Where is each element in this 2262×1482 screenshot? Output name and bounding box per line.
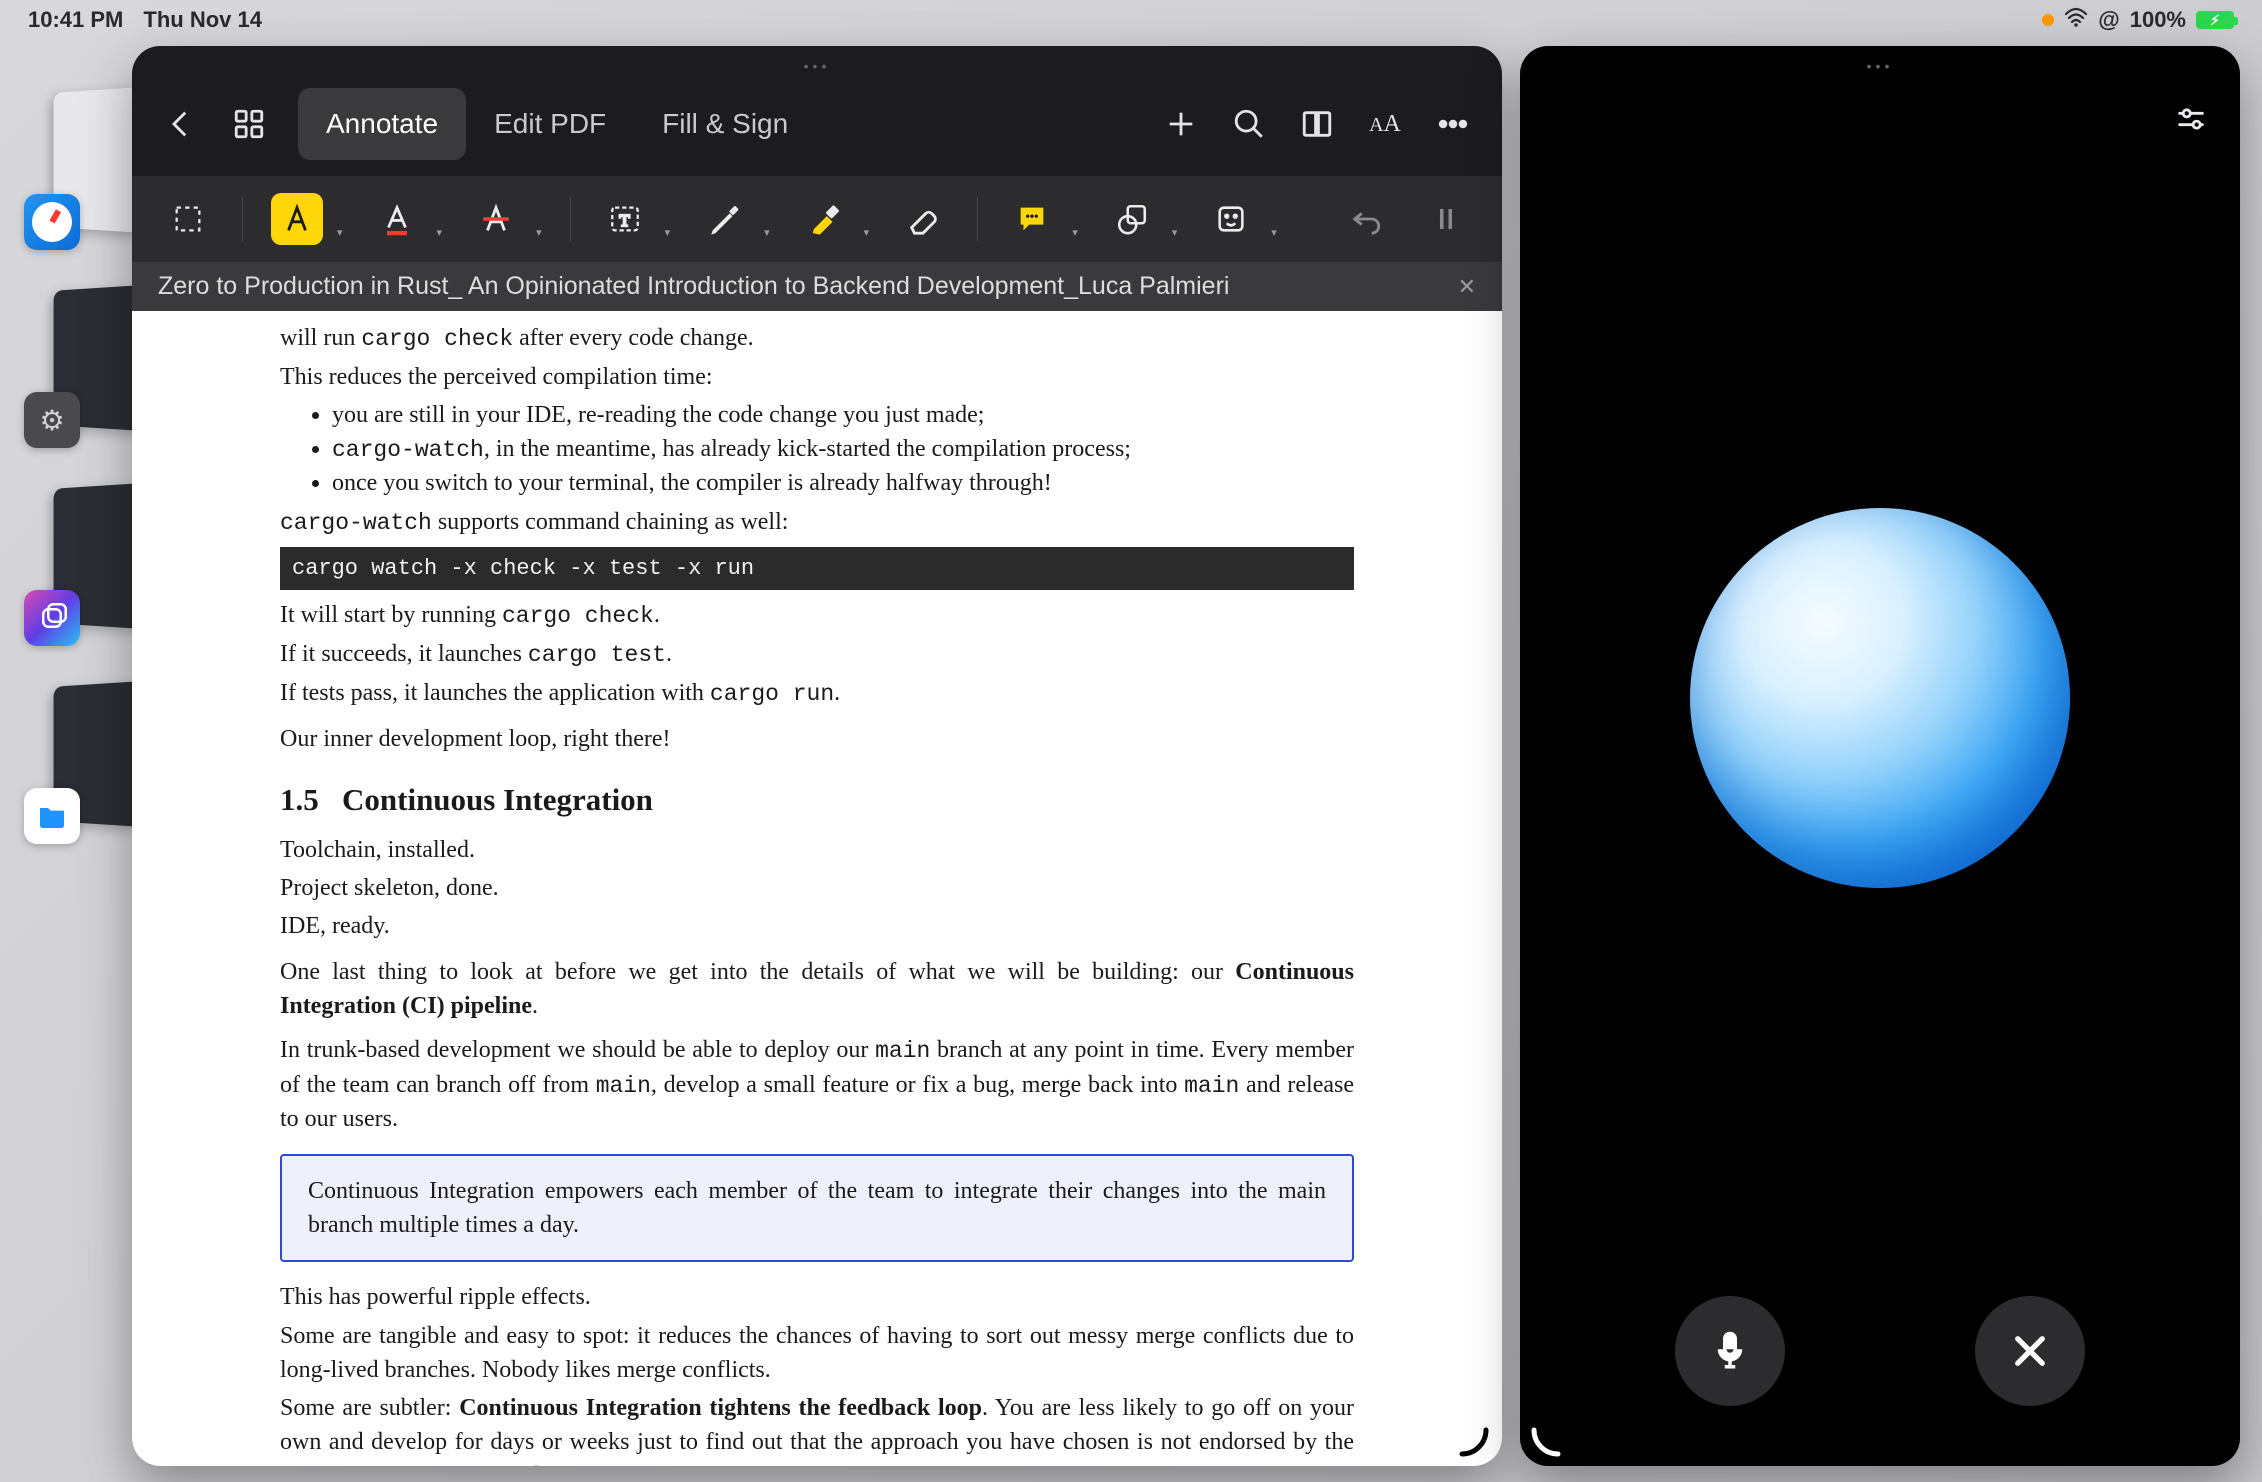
undo-button[interactable] (1340, 193, 1392, 245)
selection-tool-button[interactable] (162, 193, 214, 245)
chevron-down-icon[interactable]: ▾ (1172, 226, 1178, 245)
chevron-down-icon[interactable]: ▾ (337, 226, 343, 245)
text-box-button[interactable]: T (599, 193, 651, 245)
add-button[interactable] (1150, 93, 1212, 155)
files-icon (24, 788, 80, 844)
battery-icon: ⚡︎ (2196, 11, 2234, 29)
safari-icon (24, 194, 80, 250)
pen-tool-button[interactable] (698, 193, 750, 245)
svg-text:T: T (619, 211, 630, 230)
strikethrough-button[interactable] (470, 193, 522, 245)
list-item: cargo-watch, in the meantime, has alread… (332, 432, 1354, 467)
status-at: @ (2098, 7, 2119, 33)
list-item: you are still in your IDE, re-reading th… (332, 398, 1354, 432)
back-button[interactable] (150, 93, 212, 155)
settings-icon: ⚙︎ (24, 392, 80, 448)
tab-annotate[interactable]: Annotate (298, 88, 466, 160)
pdf-app-window: ••• Annotate Edit PDF Fill & Sign AA (132, 46, 1502, 1466)
chevron-down-icon[interactable]: ▾ (764, 226, 770, 245)
privacy-indicator-dot (2042, 14, 2054, 26)
thumbnails-button[interactable] (218, 93, 280, 155)
chevron-down-icon[interactable]: ▾ (864, 226, 870, 245)
settings-sliders-button[interactable] (2174, 102, 2208, 141)
shapes-tool-button[interactable] (1106, 193, 1158, 245)
chevron-down-icon[interactable]: ▾ (1072, 226, 1078, 245)
stage-item-files[interactable] (24, 684, 144, 854)
top-toolbar: Annotate Edit PDF Fill & Sign AA (132, 78, 1502, 176)
status-time: 10:41 PM (28, 7, 123, 33)
status-bar: 10:41 PM Thu Nov 14 @ 100% ⚡︎ (0, 0, 2262, 40)
code-block: cargo watch -x check -x test -x run (280, 547, 1354, 590)
tab-fill-sign[interactable]: Fill & Sign (634, 88, 816, 160)
document-page: will run cargo check after every code ch… (132, 311, 1502, 1466)
divider (570, 197, 571, 241)
shortcuts-icon (24, 590, 80, 646)
window-grabber-icon[interactable]: ••• (1867, 46, 1894, 78)
reader-view-button[interactable] (1286, 93, 1348, 155)
more-button[interactable] (1422, 93, 1484, 155)
annotate-toolbar: ▾ ▾ ▾ T ▾ ▾ ▾ (132, 176, 1502, 262)
close-document-button[interactable]: ✕ (1458, 274, 1476, 300)
stage-item-settings[interactable]: ⚙︎ (24, 288, 144, 458)
microphone-button[interactable] (1675, 1296, 1785, 1406)
chevron-down-icon[interactable]: ▾ (437, 226, 443, 245)
list-item: once you switch to your terminal, the co… (332, 466, 1354, 500)
comment-tool-button[interactable] (1006, 193, 1058, 245)
chevron-down-icon[interactable]: ▾ (1271, 226, 1277, 245)
window-grabber-icon[interactable]: ••• (132, 46, 1502, 78)
divider (242, 197, 243, 241)
tab-edit-pdf[interactable]: Edit PDF (466, 88, 634, 160)
assistant-window: ••• (1520, 46, 2240, 1466)
chevron-down-icon[interactable]: ▾ (536, 226, 542, 245)
toolbar-collapse-button[interactable] (1420, 193, 1472, 245)
section-heading: 1.5 Continuous Integration (280, 778, 1354, 822)
document-title-bar: Zero to Production in Rust_ An Opinionat… (132, 262, 1502, 311)
divider (977, 197, 978, 241)
eraser-tool-button[interactable] (897, 193, 949, 245)
close-button[interactable] (1975, 1296, 2085, 1406)
mode-tabs: Annotate Edit PDF Fill & Sign (298, 88, 816, 160)
marker-tool-button[interactable] (798, 193, 850, 245)
text-size-button[interactable]: AA (1354, 93, 1416, 155)
window-resize-handle[interactable] (1528, 1424, 1564, 1460)
battery-percent: 100% (2130, 7, 2186, 33)
stage-item-shortcuts[interactable] (24, 486, 144, 656)
stage-item-safari[interactable] (24, 90, 144, 260)
search-button[interactable] (1218, 93, 1280, 155)
chevron-down-icon[interactable]: ▾ (665, 226, 671, 245)
window-resize-handle[interactable] (1456, 1424, 1492, 1460)
document-title: Zero to Production in Rust_ An Opinionat… (158, 272, 1229, 301)
wifi-icon (2064, 7, 2088, 33)
highlight-tool-button[interactable] (271, 193, 323, 245)
callout-box: Continuous Integration empowers each mem… (280, 1154, 1354, 1262)
stamp-tool-button[interactable] (1205, 193, 1257, 245)
stage-manager-strip: ⚙︎ (24, 90, 144, 854)
document-viewport[interactable]: will run cargo check after every code ch… (132, 311, 1502, 1466)
assistant-orb (1690, 508, 2070, 888)
text-color-button[interactable] (371, 193, 423, 245)
status-date: Thu Nov 14 (143, 7, 262, 33)
